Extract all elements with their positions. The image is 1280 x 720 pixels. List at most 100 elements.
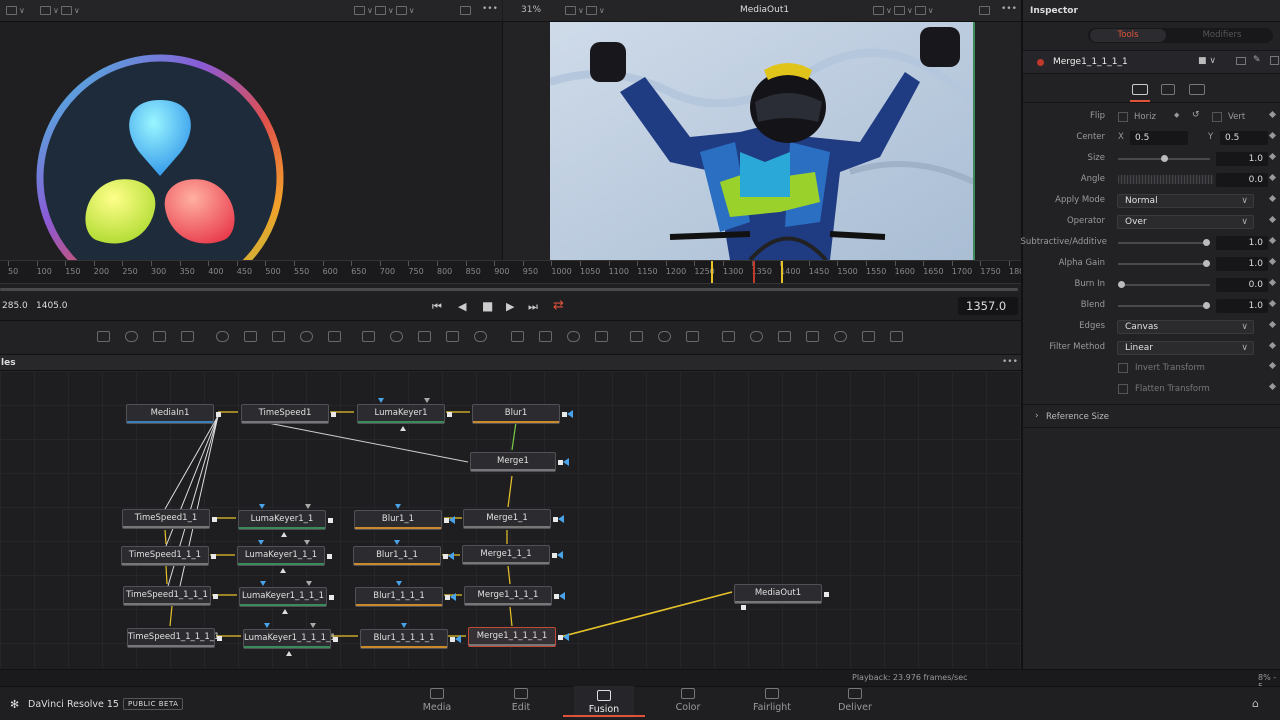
node-editor[interactable]: MediaIn1 TimeSpeed1 LumaKeyer1 Blur1 Merge1 T… (0, 371, 1022, 669)
center-y-field[interactable]: 0.5 (1220, 131, 1268, 145)
output-pin[interactable] (217, 636, 222, 641)
burn-in-keyframe-icon[interactable] (1268, 278, 1277, 287)
node-merge1-1-1[interactable]: Merge1_1_1 (462, 545, 563, 565)
subadd-slider-knob[interactable] (1203, 239, 1210, 246)
node-merge1-1-1-1-1[interactable]: Merge1_1_1_1_1 (468, 627, 569, 647)
warp-icon[interactable] (658, 331, 671, 342)
render-range-marker[interactable] (711, 261, 713, 283)
particle-icon[interactable] (216, 331, 229, 342)
merge3d-icon[interactable] (862, 331, 875, 342)
tab-tools[interactable]: Tools (1090, 29, 1166, 42)
input-pin[interactable] (259, 504, 265, 509)
node-lumakeyer1-1[interactable]: LumaKeyer1_1 (238, 504, 333, 537)
burn-in-slider-knob[interactable] (1118, 281, 1125, 288)
node-lumakeyer1[interactable]: LumaKeyer1 (357, 398, 452, 431)
invert-transform-checkbox[interactable] (1118, 363, 1128, 373)
text-icon[interactable] (153, 331, 166, 342)
node-color-dot[interactable] (1037, 59, 1044, 66)
subtab-settings-icon[interactable] (1189, 84, 1205, 95)
output-pin-bottom[interactable] (280, 568, 286, 573)
ellipse-icon[interactable] (539, 331, 552, 342)
flip-horiz-checkbox[interactable] (1118, 112, 1128, 122)
alpha-gain-slider[interactable] (1118, 260, 1210, 267)
viewer-layout-icon[interactable]: ∨ ∨ (38, 6, 80, 16)
mask-input-pin[interactable] (449, 516, 455, 524)
viewer-layout-icon[interactable]: ∨ ∨ (563, 6, 605, 16)
right-viewer-more-icon[interactable]: ••• (1001, 4, 1017, 14)
size-slider[interactable] (1118, 155, 1210, 162)
size-slider-knob[interactable] (1160, 155, 1168, 162)
blur-icon[interactable] (474, 331, 487, 342)
mask-input-pin[interactable] (448, 552, 454, 560)
mask-input-pin[interactable] (563, 633, 569, 641)
node-blur1-1-1-1[interactable]: Blur1_1_1_1 (355, 581, 456, 607)
output-pin-bottom[interactable] (286, 651, 292, 656)
operator-dropdown[interactable]: Over ∨ (1117, 215, 1254, 229)
flatten-transform-checkbox[interactable] (1118, 384, 1128, 394)
timeline-ruler[interactable]: 50 100 150 200 250 300 350 400 450 500 550 600 650 70… (0, 260, 1029, 284)
pin-icon[interactable]: ✎ (1253, 55, 1261, 65)
matte-icon[interactable] (418, 331, 431, 342)
viewer-fit-icon[interactable] (977, 6, 992, 16)
input-pin[interactable] (306, 581, 312, 586)
node-timespeed1-1-1-1[interactable]: TimeSpeed1_1_1_1 (123, 586, 218, 606)
page-fairlight[interactable]: Fairlight (742, 688, 802, 713)
flip-vert-checkbox[interactable] (1212, 112, 1222, 122)
node-timespeed1-1[interactable]: TimeSpeed1_1 (122, 509, 217, 529)
page-color[interactable]: Color (658, 688, 718, 713)
nodes-more-icon[interactable]: ••• (1002, 357, 1018, 367)
bezier-icon[interactable] (595, 331, 608, 342)
output-pin-bottom[interactable] (400, 426, 406, 431)
loop-icon[interactable]: ⇄ (553, 298, 564, 313)
output-pin[interactable] (211, 554, 216, 559)
node-merge1[interactable]: Merge1 (470, 452, 569, 472)
output-pin[interactable] (213, 594, 218, 599)
subadd-keyframe-icon[interactable] (1268, 236, 1277, 245)
node-lumakeyer1-1-1-1-1[interactable]: LumaKeyer1_1_1_1_1 (243, 623, 338, 656)
page-fusion[interactable]: Fusion (563, 686, 645, 718)
output-pin[interactable] (329, 595, 334, 600)
input-pin[interactable] (401, 623, 407, 628)
input-pin[interactable] (264, 623, 270, 628)
viewer-zoom[interactable]: 31% (521, 5, 541, 15)
angle-keyframe-icon[interactable] (1268, 173, 1277, 182)
mask-icon[interactable] (244, 331, 257, 342)
mask-input-pin[interactable] (567, 410, 573, 418)
alpha-gain-slider-knob[interactable] (1203, 260, 1210, 267)
node-mediaout1[interactable]: MediaOut1 (734, 584, 829, 610)
flatten-keyframe-icon[interactable] (1268, 382, 1277, 391)
blend-slider[interactable] (1118, 302, 1210, 309)
output-pin[interactable] (212, 517, 217, 522)
planar-icon[interactable] (686, 331, 699, 342)
node-timespeed1[interactable]: TimeSpeed1 (241, 404, 336, 424)
operator-keyframe-icon[interactable] (1268, 215, 1277, 224)
mask-input-pin[interactable] (450, 593, 456, 601)
node-mediain1[interactable]: MediaIn1 (126, 404, 221, 424)
node-merge1-1[interactable]: Merge1_1 (463, 509, 564, 529)
render-range-marker[interactable] (781, 261, 783, 283)
input-pin[interactable] (378, 398, 384, 403)
burn-in-field[interactable]: 0.0 (1216, 278, 1268, 292)
node-window-icon[interactable] (1236, 57, 1246, 65)
subadd-slider[interactable] (1118, 239, 1210, 246)
blend-keyframe-icon[interactable] (1268, 299, 1277, 308)
viewer-menu-icon[interactable]: ∨ (4, 6, 25, 16)
current-frame-box[interactable]: 1357.0 (958, 297, 1018, 315)
node-blur1-1-1[interactable]: Blur1_1_1 (353, 540, 454, 566)
page-media[interactable]: Media (407, 688, 467, 713)
burn-in-slider[interactable] (1118, 281, 1210, 288)
filter-method-dropdown[interactable]: Linear ∨ (1117, 341, 1254, 355)
output-pin[interactable] (328, 518, 333, 523)
play-icon[interactable]: ▶ (506, 300, 514, 313)
input-pin[interactable] (305, 504, 311, 509)
filter-keyframe-icon[interactable] (1268, 341, 1277, 350)
polygon-icon[interactable] (272, 331, 285, 342)
image-plane-icon[interactable] (890, 331, 903, 342)
mask-input-pin[interactable] (563, 458, 569, 466)
mask-input-pin[interactable] (559, 592, 565, 600)
blend-slider-knob[interactable] (1203, 302, 1210, 309)
text3d-icon[interactable] (778, 331, 791, 342)
go-to-start-icon[interactable]: ⏮ (432, 300, 442, 314)
edges-keyframe-icon[interactable] (1268, 320, 1277, 329)
size-field[interactable]: 1.0 (1216, 152, 1268, 166)
